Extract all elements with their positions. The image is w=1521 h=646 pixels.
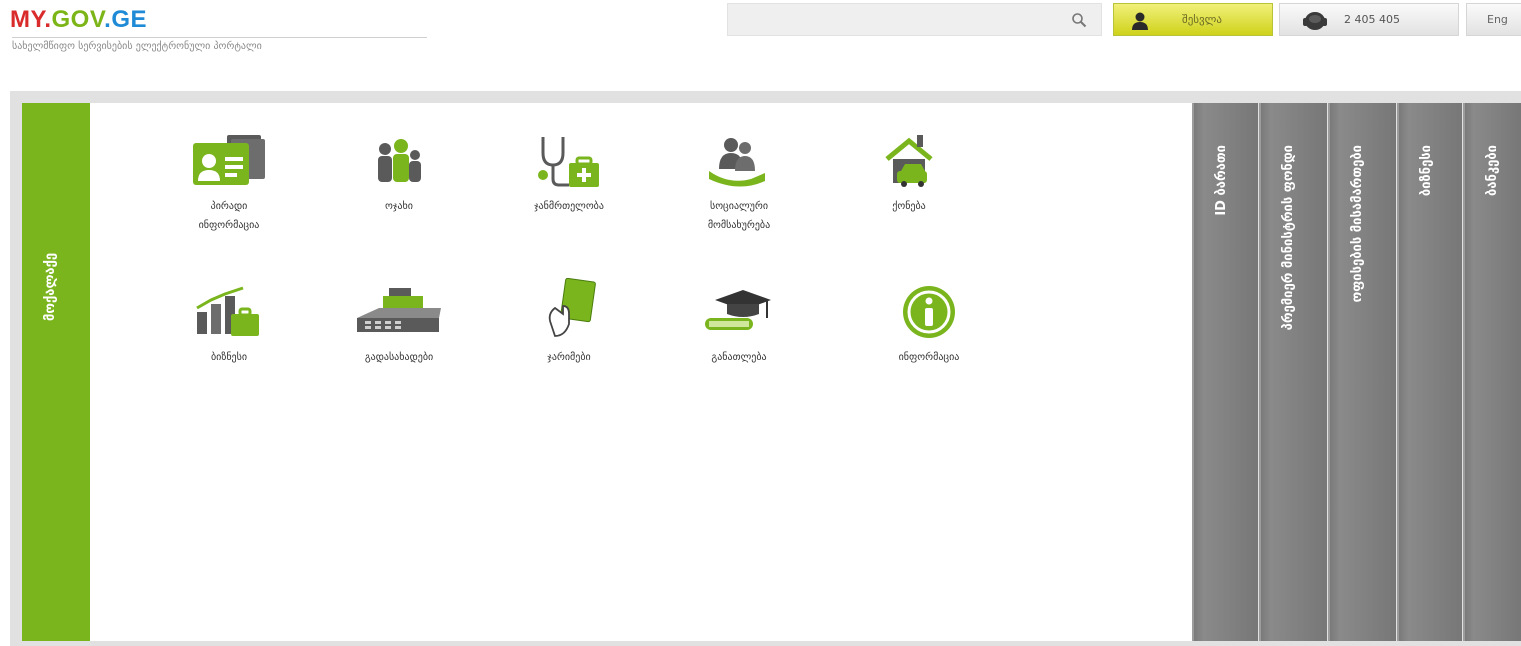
service-label: ჯანმრთელობა xyxy=(534,201,604,212)
service-label: გადასახადები xyxy=(364,352,434,363)
house-car-icon xyxy=(885,135,933,187)
site-tagline: სახელმწიფო სერვისების ელექტრონული პორტალ… xyxy=(12,41,262,52)
graduation-cap-icon xyxy=(705,290,771,330)
tab-citizen[interactable]: მოქალაქე xyxy=(22,103,90,641)
logo-part-my: MY. xyxy=(10,6,52,33)
language-switch-button[interactable]: Eng xyxy=(1466,3,1521,36)
tab-citizen-label: მოქალაქე xyxy=(43,253,58,322)
search-box xyxy=(727,3,1102,36)
tab-banks-label: ბანკები xyxy=(1485,145,1500,196)
service-family[interactable]: ოჯახი xyxy=(314,133,484,253)
user-icon xyxy=(1132,12,1148,30)
service-label: ქონება xyxy=(892,201,926,212)
search-input[interactable] xyxy=(728,4,1078,35)
service-information[interactable]: ინფორმაცია xyxy=(844,284,1014,404)
service-label: ბიზნესი xyxy=(210,352,248,363)
family-icon xyxy=(378,139,421,182)
service-label: ჯარიმები xyxy=(547,352,591,363)
service-social[interactable]: სოციალური მომსახურება xyxy=(654,133,824,253)
service-label: განათლება xyxy=(711,352,767,363)
service-label: ინფორმაცია xyxy=(898,352,960,363)
tab-pm-fund[interactable]: პრემიერ მინისტრის ფონდი xyxy=(1259,103,1327,641)
service-health[interactable]: ჯანმრთელობა xyxy=(484,133,654,253)
hotline-number: 2 405 405 xyxy=(1344,13,1400,26)
phone-icon xyxy=(1303,12,1327,30)
service-label: ოჯახი xyxy=(385,201,413,212)
tab-office-addresses[interactable]: ოფისების მისამართები xyxy=(1328,103,1396,641)
language-label: Eng xyxy=(1487,13,1508,26)
business-chart-icon xyxy=(196,286,259,336)
cash-register-icon xyxy=(357,288,441,332)
logo-part-ge: .GE xyxy=(104,6,147,33)
service-fines[interactable]: ჯარიმები xyxy=(484,278,654,398)
service-business[interactable]: ბიზნესი xyxy=(144,284,314,404)
info-icon xyxy=(903,286,955,338)
hotline-button[interactable]: 2 405 405 xyxy=(1279,3,1459,36)
service-personal-info[interactable]: პირადი ინფორმაცია xyxy=(144,133,314,253)
search-icon[interactable] xyxy=(1071,12,1087,28)
service-label: სოციალური მომსახურება xyxy=(707,201,771,231)
logo-part-gov: GOV xyxy=(51,6,105,33)
id-card-icon xyxy=(193,135,265,185)
penalty-card-icon xyxy=(548,278,596,337)
stethoscope-icon xyxy=(538,137,599,187)
service-education[interactable]: განათლება xyxy=(654,284,824,404)
tab-id-card[interactable]: ID ბარათი xyxy=(1192,103,1258,641)
tab-id-card-label: ID ბარათი xyxy=(1214,145,1229,216)
tab-banks[interactable]: ბანკები xyxy=(1463,103,1521,641)
social-care-icon xyxy=(709,138,765,187)
logo-divider xyxy=(12,37,427,38)
tab-business[interactable]: ბიზნესი xyxy=(1397,103,1462,641)
site-logo[interactable]: MY.GOV.GE xyxy=(10,6,147,34)
service-label: პირადი ინფორმაცია xyxy=(198,201,260,231)
tab-office-addresses-label: ოფისების მისამართები xyxy=(1350,145,1365,303)
login-button-label: შესვლა xyxy=(1182,13,1222,26)
service-payments[interactable]: გადასახადები xyxy=(314,284,484,404)
login-button[interactable]: შესვლა xyxy=(1113,3,1273,36)
tab-pm-fund-label: პრემიერ მინისტრის ფონდი xyxy=(1281,145,1296,331)
tab-business-label: ბიზნესი xyxy=(1419,145,1434,197)
service-property[interactable]: ქონება xyxy=(824,133,994,253)
